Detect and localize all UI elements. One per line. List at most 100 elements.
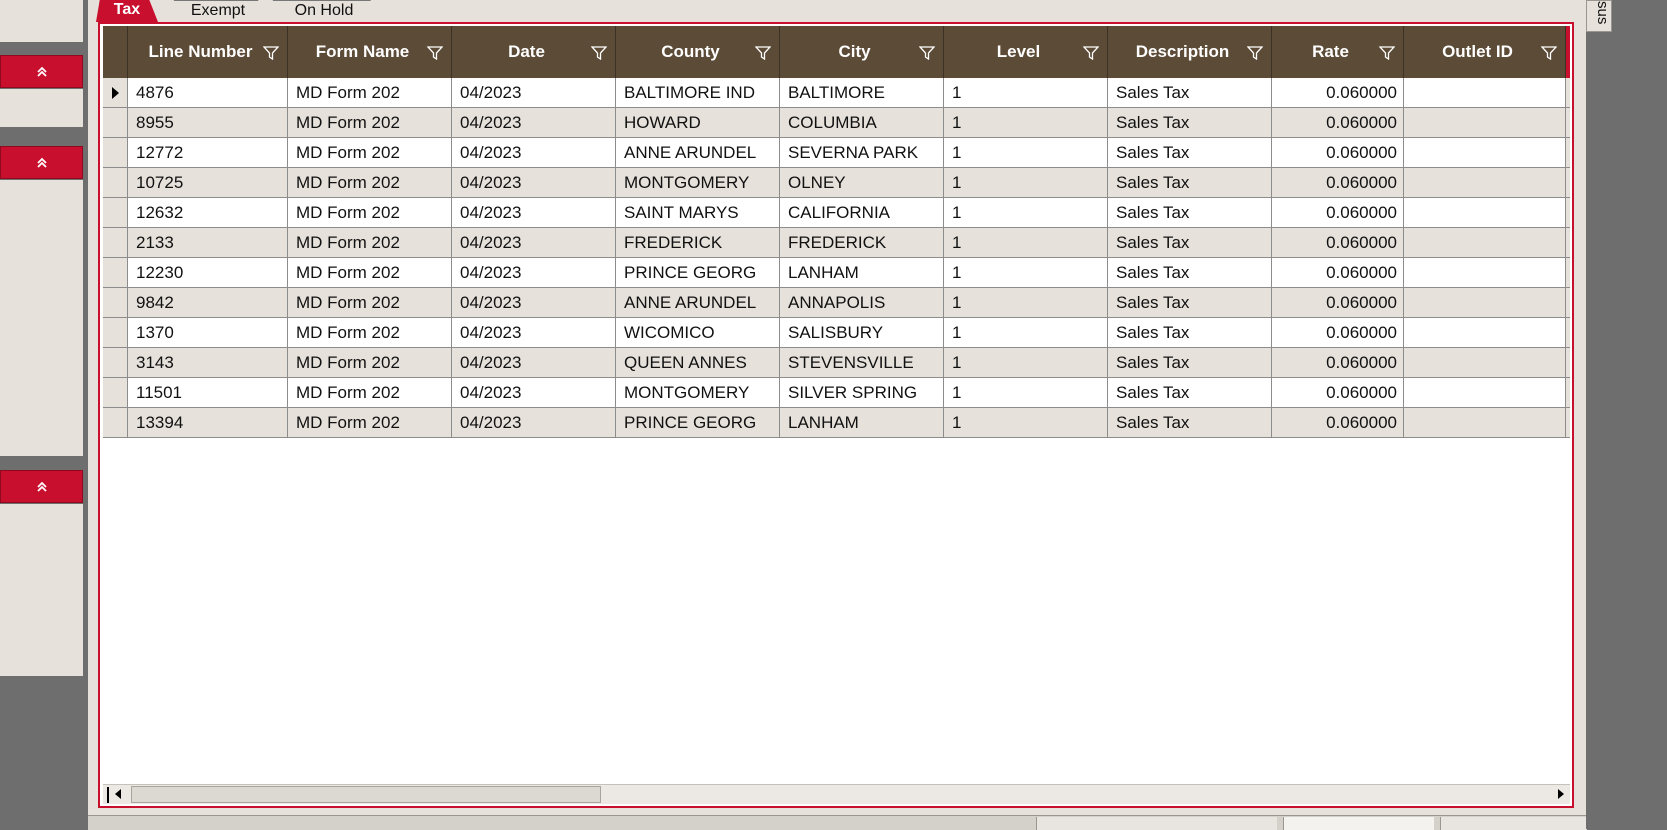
cell-rate[interactable]: 0.060000 (1272, 78, 1404, 107)
column-header-date[interactable]: Date (452, 26, 616, 78)
cell-level[interactable]: 1 (944, 108, 1108, 137)
table-row[interactable]: 12230 MD Form 202 04/2023 PRINCE GEORG LANHA… (103, 258, 1570, 288)
cell-rate[interactable]: 0.060000 (1272, 108, 1404, 137)
cell-outlet-id[interactable] (1404, 168, 1566, 197)
cell-form-name[interactable]: MD Form 202 (288, 378, 452, 407)
cell-form-name[interactable]: MD Form 202 (288, 198, 452, 227)
cell-city[interactable]: STEVENSVILLE (780, 348, 944, 377)
cell-description[interactable]: Sales Tax (1108, 258, 1272, 287)
row-selector[interactable] (103, 408, 128, 437)
cell-description[interactable]: Sales Tax (1108, 138, 1272, 167)
cell-description[interactable]: Sales Tax (1108, 348, 1272, 377)
cell-description[interactable]: Sales Tax (1108, 108, 1272, 137)
cell-county[interactable]: ANNE ARUNDEL (616, 138, 780, 167)
table-row[interactable]: 8955 MD Form 202 04/2023 HOWARD COLUMBIA 1 Sal… (103, 108, 1570, 138)
collapse-section-button-2[interactable] (0, 146, 83, 179)
cell-level[interactable]: 1 (944, 228, 1108, 257)
cell-form-name[interactable]: MD Form 202 (288, 138, 452, 167)
table-row[interactable]: 2133 MD Form 202 04/2023 FREDERICK FREDERICK… (103, 228, 1570, 258)
cell-date[interactable]: 04/2023 (452, 138, 616, 167)
cell-description[interactable]: Sales Tax (1108, 198, 1272, 227)
cell-city[interactable]: SILVER SPRING (780, 378, 944, 407)
cell-rate[interactable]: 0.060000 (1272, 258, 1404, 287)
table-row[interactable]: 9842 MD Form 202 04/2023 ANNE ARUNDEL ANNAPO… (103, 288, 1570, 318)
cell-form-name[interactable]: MD Form 202 (288, 408, 452, 437)
tab-tax[interactable]: Tax (96, 0, 158, 22)
cell-date[interactable]: 04/2023 (452, 318, 616, 347)
cell-level[interactable]: 1 (944, 378, 1108, 407)
table-row[interactable]: 1370 MD Form 202 04/2023 WICOMICO SALISBURY 1… (103, 318, 1570, 348)
cell-rate[interactable]: 0.060000 (1272, 348, 1404, 377)
cell-line-number[interactable]: 12632 (128, 198, 288, 227)
cell-line-number[interactable]: 2133 (128, 228, 288, 257)
scroll-right-icon[interactable] (1558, 789, 1564, 799)
filter-icon[interactable] (1541, 46, 1557, 60)
filter-icon[interactable] (919, 46, 935, 60)
column-header-form-name[interactable]: Form Name (288, 26, 452, 78)
cell-outlet-id[interactable] (1404, 258, 1566, 287)
cell-line-number[interactable]: 4876 (128, 78, 288, 107)
row-selector[interactable] (103, 378, 128, 407)
cell-date[interactable]: 04/2023 (452, 168, 616, 197)
cell-county[interactable]: MONTGOMERY (616, 168, 780, 197)
cell-description[interactable]: Sales Tax (1108, 78, 1272, 107)
filter-icon[interactable] (427, 46, 443, 60)
table-row[interactable]: 12632 MD Form 202 04/2023 SAINT MARYS CALIFO… (103, 198, 1570, 228)
column-header-level[interactable]: Level (944, 26, 1108, 78)
cell-line-number[interactable]: 13394 (128, 408, 288, 437)
cell-county[interactable]: PRINCE GEORG (616, 408, 780, 437)
cell-form-name[interactable]: MD Form 202 (288, 78, 452, 107)
cell-outlet-id[interactable] (1404, 288, 1566, 317)
horizontal-scrollbar[interactable] (103, 784, 1570, 804)
table-row[interactable]: 12772 MD Form 202 04/2023 ANNE ARUNDEL SEVER… (103, 138, 1570, 168)
filter-icon[interactable] (591, 46, 607, 60)
column-header-city[interactable]: City (780, 26, 944, 78)
cell-form-name[interactable]: MD Form 202 (288, 348, 452, 377)
collapse-section-button-3[interactable] (0, 470, 83, 503)
table-row[interactable]: 13394 MD Form 202 04/2023 PRINCE GEORG LANHA… (103, 408, 1570, 438)
row-selector[interactable] (103, 288, 128, 317)
cell-line-number[interactable]: 10725 (128, 168, 288, 197)
row-selector[interactable] (103, 228, 128, 257)
cell-line-number[interactable]: 9842 (128, 288, 288, 317)
column-header-line-number[interactable]: Line Number (128, 26, 288, 78)
row-selector[interactable] (103, 348, 128, 377)
cell-date[interactable]: 04/2023 (452, 108, 616, 137)
cell-level[interactable]: 1 (944, 198, 1108, 227)
cell-county[interactable]: MONTGOMERY (616, 378, 780, 407)
cell-county[interactable]: ANNE ARUNDEL (616, 288, 780, 317)
cell-county[interactable]: WICOMICO (616, 318, 780, 347)
cell-level[interactable]: 1 (944, 78, 1108, 107)
cell-description[interactable]: Sales Tax (1108, 228, 1272, 257)
scroll-left-icon[interactable] (115, 789, 121, 799)
filter-icon[interactable] (755, 46, 771, 60)
row-selector[interactable] (103, 198, 128, 227)
column-header-description[interactable]: Description (1108, 26, 1272, 78)
cell-level[interactable]: 1 (944, 138, 1108, 167)
cell-form-name[interactable]: MD Form 202 (288, 228, 452, 257)
cell-form-name[interactable]: MD Form 202 (288, 318, 452, 347)
cell-date[interactable]: 04/2023 (452, 348, 616, 377)
cell-city[interactable]: SEVERNA PARK (780, 138, 944, 167)
cell-level[interactable]: 1 (944, 318, 1108, 347)
cell-date[interactable]: 04/2023 (452, 288, 616, 317)
cell-county[interactable]: FREDERICK (616, 228, 780, 257)
cell-county[interactable]: PRINCE GEORG (616, 258, 780, 287)
cell-form-name[interactable]: MD Form 202 (288, 288, 452, 317)
filter-icon[interactable] (1247, 46, 1263, 60)
row-selector[interactable] (103, 258, 128, 287)
cell-city[interactable]: ANNAPOLIS (780, 288, 944, 317)
cell-rate[interactable]: 0.060000 (1272, 198, 1404, 227)
cell-level[interactable]: 1 (944, 168, 1108, 197)
column-header-county[interactable]: County (616, 26, 780, 78)
cell-date[interactable]: 04/2023 (452, 198, 616, 227)
filter-icon[interactable] (1379, 46, 1395, 60)
cell-outlet-id[interactable] (1404, 348, 1566, 377)
cell-county[interactable]: BALTIMORE IND (616, 78, 780, 107)
row-selector[interactable] (103, 168, 128, 197)
cell-date[interactable]: 04/2023 (452, 228, 616, 257)
column-header-rate[interactable]: Rate (1272, 26, 1404, 78)
cell-rate[interactable]: 0.060000 (1272, 288, 1404, 317)
cell-rate[interactable]: 0.060000 (1272, 168, 1404, 197)
cell-city[interactable]: BALTIMORE (780, 78, 944, 107)
